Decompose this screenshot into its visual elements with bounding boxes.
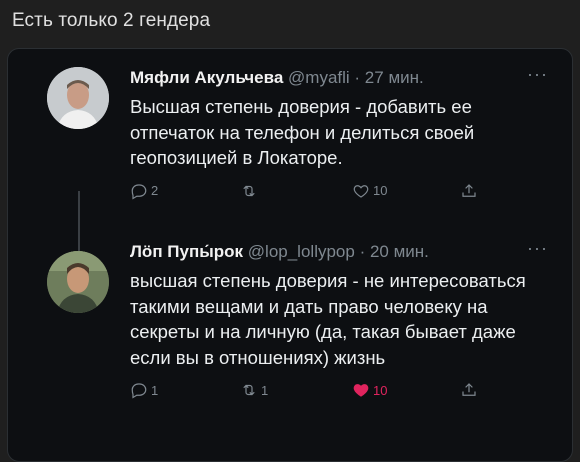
share-icon — [462, 383, 476, 396]
retweet-count: 1 — [261, 382, 269, 398]
share-button[interactable] — [460, 381, 481, 399]
avatar-photo-icon — [47, 251, 109, 313]
like-icon — [353, 384, 369, 397]
like-count: 10 — [373, 382, 388, 398]
tweet-actions: 1 1 10 — [130, 381, 558, 403]
tweet[interactable]: Лöп Пупы́рок @lop_lollypop · 20 мин. ···… — [130, 238, 558, 403]
like-button[interactable]: 10 — [352, 182, 387, 200]
reply-icon — [131, 383, 147, 399]
retweet-icon — [243, 185, 255, 196]
reply-count: 1 — [151, 382, 159, 398]
tweet-header: Мяфли Акульчева @myafli · 27 мин. ··· — [130, 64, 558, 89]
like-icon — [353, 184, 369, 198]
tweet-header: Лöп Пупы́рок @lop_lollypop · 20 мин. ··· — [130, 238, 558, 263]
tweet-text: Высшая степень доверия - добавить ее отп… — [130, 96, 475, 168]
share-button[interactable] — [460, 182, 481, 200]
reply-button[interactable]: 1 — [130, 381, 158, 399]
retweet-icon — [243, 384, 255, 396]
avatar[interactable] — [47, 251, 109, 313]
tweet-actions: 2 10 — [130, 182, 558, 204]
reply-button[interactable]: 2 — [130, 182, 158, 200]
avatar[interactable] — [47, 67, 109, 129]
author-name[interactable]: Мяфли Акульчева — [130, 68, 283, 87]
reply-count: 2 — [151, 183, 159, 198]
author-handle[interactable]: @lop_lollypop — [248, 242, 355, 261]
tweet-thread-card: Мяфли Акульчева @myafli · 27 мин. ··· Вы… — [7, 48, 573, 462]
like-count: 10 — [373, 183, 388, 198]
like-button[interactable]: 10 — [352, 381, 387, 399]
author-name[interactable]: Лöп Пупы́рок — [130, 242, 243, 261]
tweet[interactable]: Мяфли Акульчева @myafli · 27 мин. ··· Вы… — [130, 64, 558, 204]
avatar-photo-icon — [47, 67, 109, 129]
author-handle[interactable]: @myafli — [288, 68, 350, 87]
more-icon[interactable]: ··· — [527, 63, 548, 85]
retweet-button[interactable]: 1 — [240, 381, 268, 399]
more-icon[interactable]: ··· — [527, 237, 548, 259]
reply-icon — [131, 183, 147, 200]
retweet-button[interactable] — [240, 182, 261, 200]
share-icon — [462, 183, 476, 197]
tweet-time[interactable]: · 20 мин. — [360, 242, 429, 261]
post-caption: Есть только 2 гендера — [12, 10, 211, 31]
tweet-time[interactable]: · 27 мин. — [354, 68, 423, 87]
tweet-text: высшая степень доверия - не интересовать… — [130, 270, 526, 368]
